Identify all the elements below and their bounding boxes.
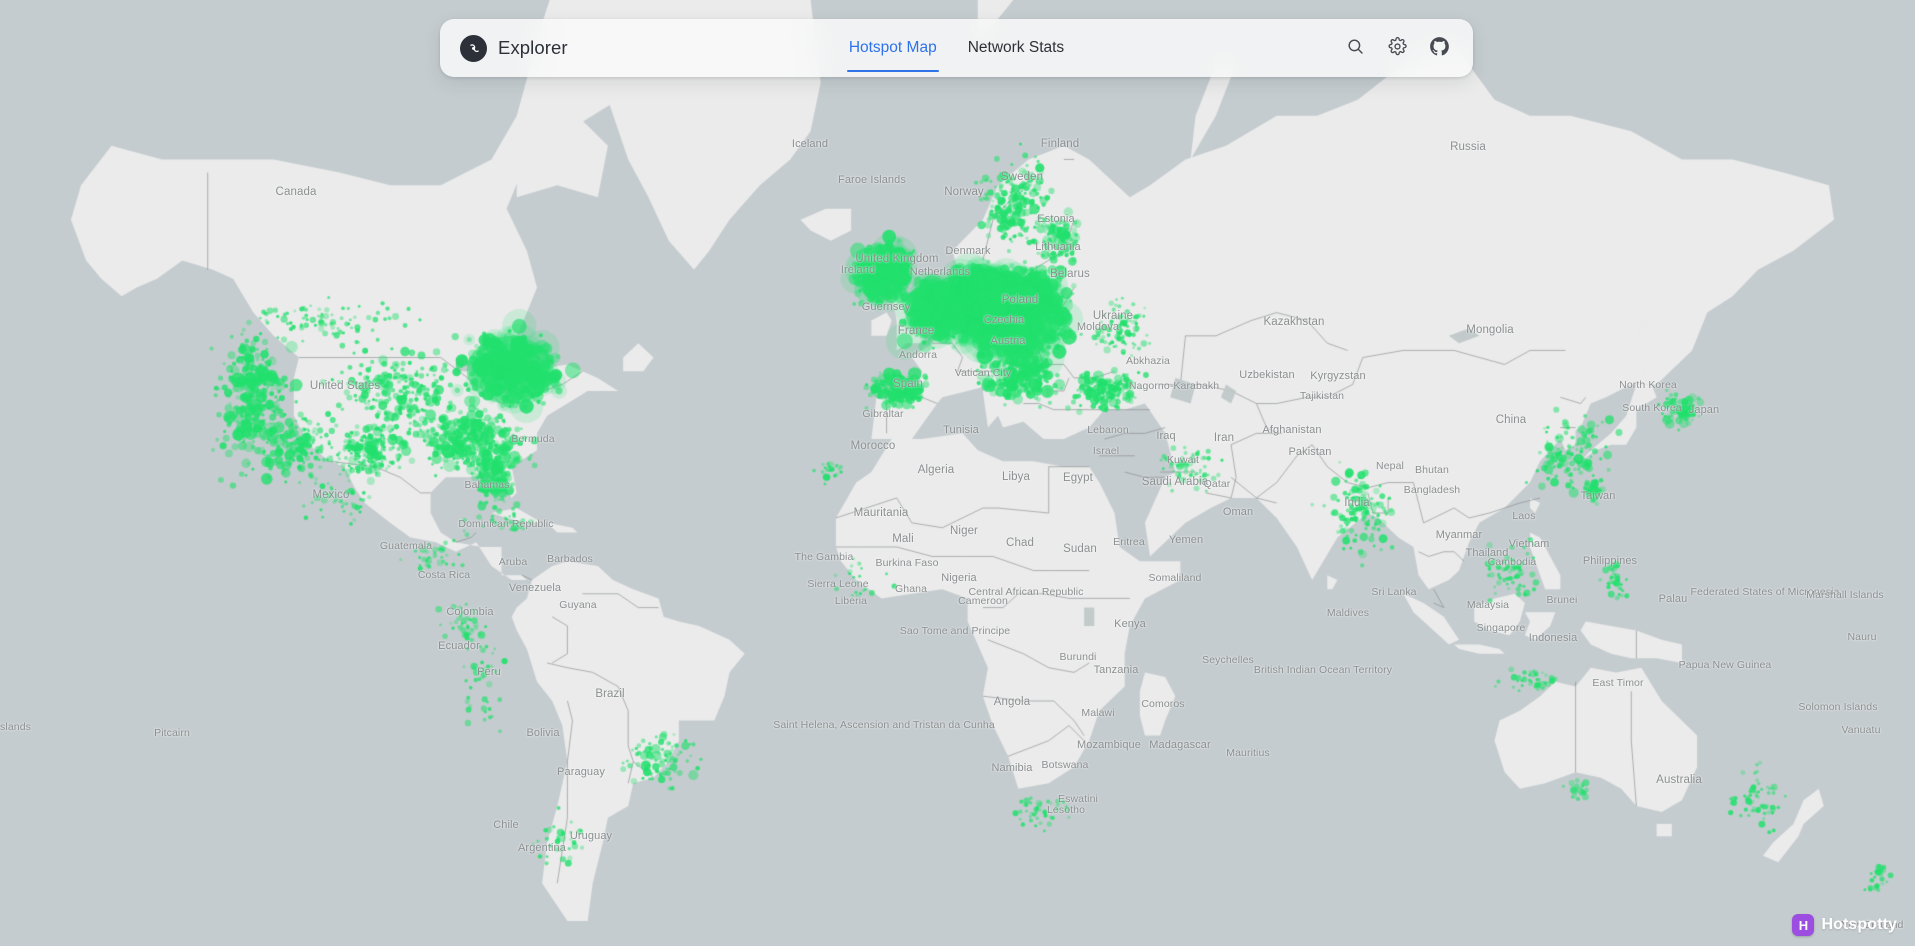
world-map-canvas[interactable] xyxy=(0,0,1915,946)
settings-button[interactable] xyxy=(1381,32,1414,65)
github-icon xyxy=(1429,36,1450,60)
top-navbar: Explorer Hotspot Map Network Stats xyxy=(440,19,1473,77)
hotspotty-badge-letter: H xyxy=(1799,919,1808,932)
helium-logo-icon xyxy=(460,35,487,62)
tab-hotspot-map[interactable]: Hotspot Map xyxy=(847,21,939,76)
brand-logo[interactable]: Explorer xyxy=(460,35,568,62)
hotspotty-label: Hotspotty xyxy=(1821,916,1897,934)
hotspot-map-app: IcelandFaroe IslandsNorwayFinlandSwedenE… xyxy=(0,0,1915,946)
hotspotty-logo-icon: H xyxy=(1792,914,1814,936)
brand-name: Explorer xyxy=(498,37,568,59)
search-icon xyxy=(1346,37,1365,59)
github-button[interactable] xyxy=(1423,32,1456,65)
nav-tabs: Hotspot Map Network Stats xyxy=(440,21,1473,76)
nav-actions xyxy=(1339,32,1456,65)
tab-network-stats[interactable]: Network Stats xyxy=(966,21,1066,76)
gear-icon xyxy=(1388,37,1407,59)
search-button[interactable] xyxy=(1339,32,1372,65)
hotspotty-watermark[interactable]: H Hotspotty xyxy=(1792,914,1897,936)
